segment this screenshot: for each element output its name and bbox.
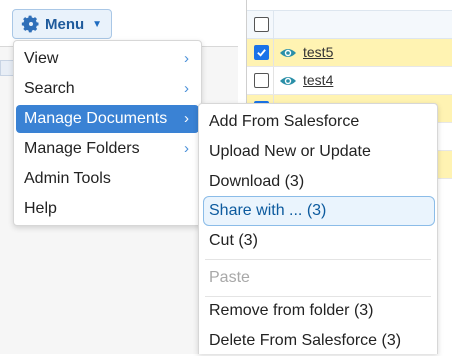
menu-item-label: Help [24,200,57,217]
submenu-item-upload-new-or-update[interactable]: Upload New or Update [203,137,435,167]
menu-item-label: View [24,50,59,67]
menu-item-manage-folders[interactable]: Manage Folders › [16,135,199,163]
grid-header-spacer [247,0,452,10]
submenu-item-label: Paste [209,269,250,286]
submenu-item-add-from-salesforce[interactable]: Add From Salesforce [203,107,435,137]
menu-separator [205,259,431,260]
eye-icon[interactable] [279,46,297,60]
submenu-item-download[interactable]: Download (3) [203,167,435,197]
submenu-item-remove-from-folder[interactable]: Remove from folder (3) [203,296,435,326]
panel-strip [0,60,14,76]
row-checkbox[interactable] [254,45,269,60]
gear-icon [21,15,39,33]
menu-button-label: Menu [45,15,85,33]
menu-item-admin-tools[interactable]: Admin Tools [16,165,199,193]
chevron-right-icon: › [184,110,189,127]
submenu-item-label: Delete From Salesforce (3) [209,332,402,349]
submenu-item-share-with[interactable]: Share with ... (3) [203,196,435,226]
menu-button[interactable]: Menu ▼ [12,9,112,39]
caret-down-icon: ▼ [92,18,103,30]
submenu-item-label: Add From Salesforce [209,113,360,130]
select-all-checkbox[interactable] [254,17,269,32]
submenu-item-paste: Paste [203,263,435,293]
submenu-item-label: Cut (3) [209,232,258,249]
chevron-right-icon: › [184,140,189,157]
document-name-link[interactable]: test4 [303,72,333,88]
menu-item-label: Admin Tools [24,170,111,187]
menu-item-label: Manage Documents [24,110,168,127]
main-menu: View › Search › Manage Documents › Manag… [13,40,202,226]
submenu-item-delete-from-salesforce[interactable]: Delete From Salesforce (3) [203,326,435,356]
menu-item-label: Manage Folders [24,140,140,157]
eye-icon[interactable] [279,74,297,88]
chevron-right-icon: › [184,80,189,97]
submenu-item-label: Share with ... (3) [209,202,327,219]
submenu-item-label: Upload New or Update [209,143,371,160]
menu-item-help[interactable]: Help [16,195,199,223]
table-row[interactable]: test5 [247,39,452,67]
chevron-right-icon: › [184,50,189,67]
document-name-link[interactable]: test5 [303,44,333,60]
menu-item-manage-documents[interactable]: Manage Documents › [16,105,199,133]
submenu-item-label: Remove from folder (3) [209,302,374,319]
grid-header [247,10,452,39]
table-row[interactable]: test4 [247,67,452,95]
menu-item-search[interactable]: Search › [16,75,199,103]
submenu-item-cut[interactable]: Cut (3) [203,226,435,256]
menu-item-view[interactable]: View › [16,45,199,73]
submenu-item-label: Download (3) [209,173,305,190]
row-checkbox[interactable] [254,73,269,88]
menu-item-label: Search [24,80,75,97]
manage-documents-submenu: Add From Salesforce Upload New or Update… [198,103,438,354]
